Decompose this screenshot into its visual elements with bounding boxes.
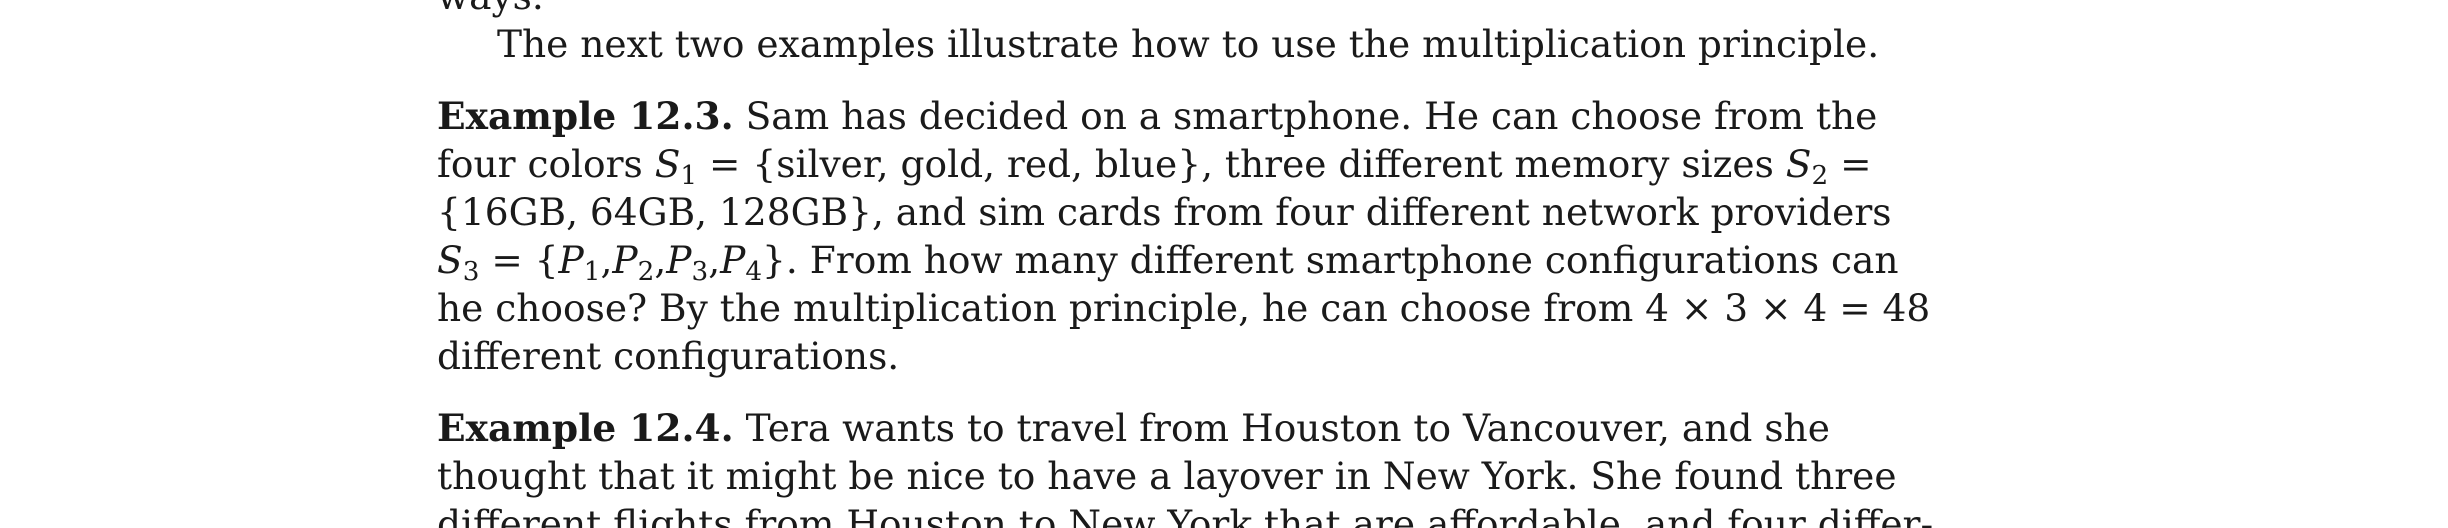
line-5-text: he choose? By the multiplication princip… <box>437 286 1931 330</box>
line-2-start: four colors <box>437 142 643 186</box>
example-12-3-line-4: S3 = {P1,P2,P3,P4}. From how many differ… <box>437 236 1899 288</box>
line-2-middle: three different memory sizes <box>1224 142 1774 186</box>
example-12-4-line-2-text: thought that it might be nice to have a … <box>437 454 1897 498</box>
example-12-4-line-2: thought that it might be nice to have a … <box>437 452 1897 500</box>
example-12-3-line-5: he choose? By the multiplication princip… <box>437 284 1930 332</box>
set-s2-symbol: S2 <box>1785 142 1829 192</box>
equals-symbol: = <box>491 238 523 282</box>
example-12-4-line-3-text: different flights from Houston to New Yo… <box>437 502 1934 528</box>
provider-set: {P1,P2,P3,P4}. <box>534 238 798 288</box>
example-12-3-line-6: different configurations. <box>437 332 1797 380</box>
set-s1-symbol: S1 <box>654 142 698 192</box>
memory-set: {16GB, 64GB, 128GB}, <box>437 190 884 234</box>
previous-text-fragment: ways. <box>437 0 1797 20</box>
equals-symbol: = <box>709 142 741 186</box>
example-12-4-line-1: Example 12.4. Tera wants to travel from … <box>437 404 1830 452</box>
line-4-rest: From how many different smartphone confi… <box>809 238 1899 282</box>
example-12-4-label: Example 12.4. <box>437 406 734 450</box>
equals-symbol: = <box>1840 142 1872 186</box>
example-12-3-line-1: Example 12.3. Sam has decided on a smart… <box>437 92 1877 140</box>
example-12-3-line-3: {16GB, 64GB, 128GB}, and sim cards from … <box>437 188 1892 236</box>
set-s3-expression: S3 <box>437 238 480 288</box>
line-6-text: different configurations. <box>437 334 900 378</box>
line-3-rest: and sim cards from four different networ… <box>895 190 1892 234</box>
example-12-3-label: Example 12.3. <box>437 94 734 138</box>
intro-sentence: The next two examples illustrate how to … <box>497 22 1880 66</box>
example-12-4-line-3: different flights from Houston to New Yo… <box>437 500 1933 528</box>
example-12-3-line-1-text: Sam has decided on a smartphone. He can … <box>745 94 1878 138</box>
cutoff-word: ways. <box>437 0 544 18</box>
example-12-3-line-2: four colors S1 = {silver, gold, red, blu… <box>437 140 1872 192</box>
example-12-4-line-1-text: Tera wants to travel from Houston to Van… <box>745 406 1830 450</box>
document-page: ways. The next two examples illustrate h… <box>0 0 2448 528</box>
intro-paragraph: The next two examples illustrate how to … <box>497 20 1879 68</box>
color-set: {silver, gold, red, blue}, <box>752 142 1213 186</box>
